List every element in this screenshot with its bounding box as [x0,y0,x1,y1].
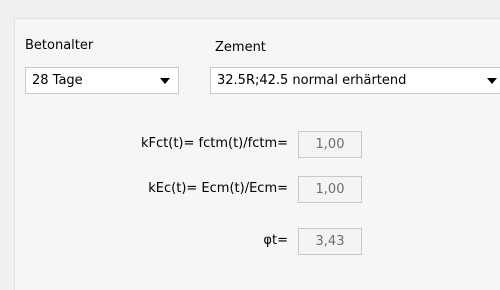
zement-label: Zement [215,40,266,55]
phi-t-label: φt= [263,233,288,248]
kec-field: 1,00 [298,176,362,203]
zement-value: 32.5R;42.5 normal erhärtend [217,73,407,88]
kfct-field: 1,00 [298,131,362,158]
kfct-label: kFct(t)= fctm(t)/fctm= [141,136,288,151]
phi-t-field: 3,43 [298,228,362,255]
betonalter-label: Betonalter [25,38,94,53]
chevron-down-icon [160,77,170,84]
zement-select[interactable]: 32.5R;42.5 normal erhärtend [210,67,500,94]
kec-label: kEc(t)= Ecm(t)/Ecm= [148,181,288,196]
chevron-down-icon [487,77,497,84]
betonalter-select[interactable]: 28 Tage [25,67,179,94]
betonalter-value: 28 Tage [32,73,83,88]
settings-panel [14,18,500,290]
